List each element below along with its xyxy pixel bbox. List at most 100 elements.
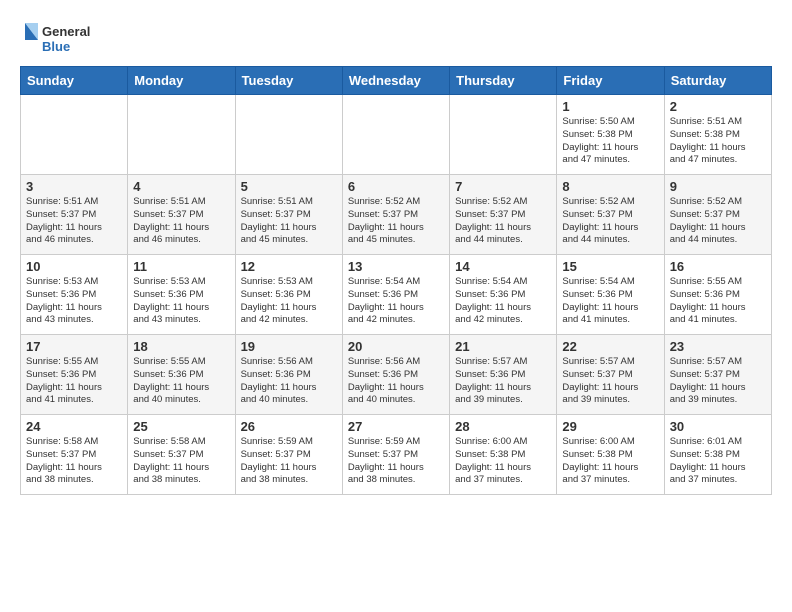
calendar-cell: 1 Sunrise: 5:50 AMSunset: 5:38 PMDaylight… (557, 95, 664, 175)
day-info: Sunrise: 6:01 AMSunset: 5:38 PMDaylight:… (670, 436, 766, 487)
day-number: 25 (133, 419, 229, 434)
calendar-cell: 2Sunrise: 5:51 AMSunset: 5:38 PMDaylight… (664, 95, 771, 175)
calendar-cell (235, 95, 342, 175)
day-number: 10 (26, 259, 122, 274)
calendar-cell: 26 Sunrise: 5:59 AMSunset: 5:37 PMDayligh… (235, 415, 342, 495)
calendar-cell (128, 95, 235, 175)
calendar-cell: 28 Sunrise: 6:00 AMSunset: 5:38 PMDayligh… (450, 415, 557, 495)
day-number: 30 (670, 419, 766, 434)
day-info: Sunrise: 5:53 AMSunset: 5:36 PMDaylight:… (133, 276, 229, 327)
calendar-cell: 18Sunrise: 5:55 AMSunset: 5:36 PMDayligh… (128, 335, 235, 415)
day-info: Sunrise: 5:50 AMSunset: 5:38 PMDaylight:… (562, 116, 658, 167)
calendar-cell: 9 Sunrise: 5:52 AMSunset: 5:37 PMDaylight… (664, 175, 771, 255)
calendar-cell: 22 Sunrise: 5:57 AMSunset: 5:37 PMDayligh… (557, 335, 664, 415)
calendar-cell: 16 Sunrise: 5:55 AMSunset: 5:36 PMDayligh… (664, 255, 771, 335)
day-info: Sunrise: 5:52 AMSunset: 5:37 PMDaylight:… (455, 196, 551, 247)
weekday-header-thursday: Thursday (450, 67, 557, 95)
calendar-cell: 12 Sunrise: 5:53 AMSunset: 5:36 PMDayligh… (235, 255, 342, 335)
day-number: 22 (562, 339, 658, 354)
day-info: Sunrise: 5:58 AMSunset: 5:37 PMDaylight:… (26, 436, 122, 487)
calendar-cell (450, 95, 557, 175)
day-number: 19 (241, 339, 337, 354)
calendar-cell: 5Sunrise: 5:51 AMSunset: 5:37 PMDaylight… (235, 175, 342, 255)
calendar-cell: 13 Sunrise: 5:54 AMSunset: 5:36 PMDayligh… (342, 255, 449, 335)
day-info: Sunrise: 5:53 AMSunset: 5:36 PMDaylight:… (26, 276, 122, 327)
calendar-cell: 19 Sunrise: 5:56 AMSunset: 5:36 PMDayligh… (235, 335, 342, 415)
weekday-header-row: SundayMondayTuesdayWednesdayThursdayFrid… (21, 67, 772, 95)
day-number: 16 (670, 259, 766, 274)
day-info: Sunrise: 5:51 AMSunset: 5:37 PMDaylight:… (241, 196, 337, 247)
day-info: Sunrise: 5:59 AMSunset: 5:37 PMDaylight:… (241, 436, 337, 487)
day-number: 11 (133, 259, 229, 274)
calendar-cell: 25 Sunrise: 5:58 AMSunset: 5:37 PMDayligh… (128, 415, 235, 495)
day-info: Sunrise: 5:58 AMSunset: 5:37 PMDaylight:… (133, 436, 229, 487)
day-info: Sunrise: 5:52 AMSunset: 5:37 PMDaylight:… (562, 196, 658, 247)
day-number: 13 (348, 259, 444, 274)
day-number: 7 (455, 179, 551, 194)
calendar-week-row: 3 Sunrise: 5:51 AMSunset: 5:37 PMDaylight… (21, 175, 772, 255)
day-info: Sunrise: 5:54 AMSunset: 5:36 PMDaylight:… (348, 276, 444, 327)
day-number: 26 (241, 419, 337, 434)
calendar-cell: 23 Sunrise: 5:57 AMSunset: 5:37 PMDayligh… (664, 335, 771, 415)
day-info: Sunrise: 5:59 AMSunset: 5:37 PMDaylight:… (348, 436, 444, 487)
weekday-header-saturday: Saturday (664, 67, 771, 95)
day-info: Sunrise: 5:54 AMSunset: 5:36 PMDaylight:… (562, 276, 658, 327)
calendar-cell: 17 Sunrise: 5:55 AMSunset: 5:36 PMDayligh… (21, 335, 128, 415)
calendar-cell: 3 Sunrise: 5:51 AMSunset: 5:37 PMDaylight… (21, 175, 128, 255)
day-number: 29 (562, 419, 658, 434)
calendar-cell: 7 Sunrise: 5:52 AMSunset: 5:37 PMDaylight… (450, 175, 557, 255)
day-number: 23 (670, 339, 766, 354)
day-info: Sunrise: 5:57 AMSunset: 5:37 PMDaylight:… (670, 356, 766, 407)
day-info: Sunrise: 5:51 AMSunset: 5:37 PMDaylight:… (133, 196, 229, 247)
day-info: Sunrise: 5:54 AMSunset: 5:36 PMDaylight:… (455, 276, 551, 327)
day-info: Sunrise: 5:55 AMSunset: 5:36 PMDaylight:… (26, 356, 122, 407)
day-info: Sunrise: 6:00 AMSunset: 5:38 PMDaylight:… (455, 436, 551, 487)
weekday-header-monday: Monday (128, 67, 235, 95)
weekday-header-friday: Friday (557, 67, 664, 95)
day-info: Sunrise: 5:57 AMSunset: 5:36 PMDaylight:… (455, 356, 551, 407)
weekday-header-tuesday: Tuesday (235, 67, 342, 95)
calendar-cell: 14 Sunrise: 5:54 AMSunset: 5:36 PMDayligh… (450, 255, 557, 335)
day-number: 17 (26, 339, 122, 354)
page: General Blue SundayMondayTuesdayWednesda… (0, 0, 792, 515)
calendar-table: SundayMondayTuesdayWednesdayThursdayFrid… (20, 66, 772, 495)
svg-text:Blue: Blue (42, 39, 70, 54)
day-number: 1 (562, 99, 658, 114)
day-info: Sunrise: 5:52 AMSunset: 5:37 PMDaylight:… (670, 196, 766, 247)
day-number: 18 (133, 339, 229, 354)
day-number: 14 (455, 259, 551, 274)
svg-text:General: General (42, 24, 90, 39)
calendar-cell: 27 Sunrise: 5:59 AMSunset: 5:37 PMDayligh… (342, 415, 449, 495)
day-info: Sunrise: 5:53 AMSunset: 5:36 PMDaylight:… (241, 276, 337, 327)
calendar-week-row: 24 Sunrise: 5:58 AMSunset: 5:37 PMDayligh… (21, 415, 772, 495)
logo-svg: General Blue (20, 18, 110, 58)
day-info: Sunrise: 5:56 AMSunset: 5:36 PMDaylight:… (348, 356, 444, 407)
day-number: 12 (241, 259, 337, 274)
day-number: 9 (670, 179, 766, 194)
day-number: 3 (26, 179, 122, 194)
day-info: Sunrise: 5:55 AMSunset: 5:36 PMDaylight:… (670, 276, 766, 327)
day-number: 27 (348, 419, 444, 434)
calendar-cell: 24 Sunrise: 5:58 AMSunset: 5:37 PMDayligh… (21, 415, 128, 495)
logo: General Blue (20, 18, 110, 58)
calendar-cell: 8Sunrise: 5:52 AMSunset: 5:37 PMDaylight… (557, 175, 664, 255)
day-number: 6 (348, 179, 444, 194)
calendar-week-row: 10 Sunrise: 5:53 AMSunset: 5:36 PMDayligh… (21, 255, 772, 335)
calendar-cell: 30 Sunrise: 6:01 AMSunset: 5:38 PMDayligh… (664, 415, 771, 495)
day-info: Sunrise: 5:51 AMSunset: 5:37 PMDaylight:… (26, 196, 122, 247)
calendar-cell: 29Sunrise: 6:00 AMSunset: 5:38 PMDayligh… (557, 415, 664, 495)
day-number: 4 (133, 179, 229, 194)
calendar-cell: 11 Sunrise: 5:53 AMSunset: 5:36 PMDayligh… (128, 255, 235, 335)
calendar-cell (21, 95, 128, 175)
calendar-cell: 10 Sunrise: 5:53 AMSunset: 5:36 PMDayligh… (21, 255, 128, 335)
day-number: 21 (455, 339, 551, 354)
day-info: Sunrise: 5:51 AMSunset: 5:38 PMDaylight:… (670, 116, 766, 167)
calendar-cell: 4 Sunrise: 5:51 AMSunset: 5:37 PMDaylight… (128, 175, 235, 255)
weekday-header-wednesday: Wednesday (342, 67, 449, 95)
day-info: Sunrise: 5:56 AMSunset: 5:36 PMDaylight:… (241, 356, 337, 407)
day-number: 28 (455, 419, 551, 434)
day-info: Sunrise: 5:57 AMSunset: 5:37 PMDaylight:… (562, 356, 658, 407)
calendar-cell: 21 Sunrise: 5:57 AMSunset: 5:36 PMDayligh… (450, 335, 557, 415)
day-number: 24 (26, 419, 122, 434)
day-number: 15 (562, 259, 658, 274)
